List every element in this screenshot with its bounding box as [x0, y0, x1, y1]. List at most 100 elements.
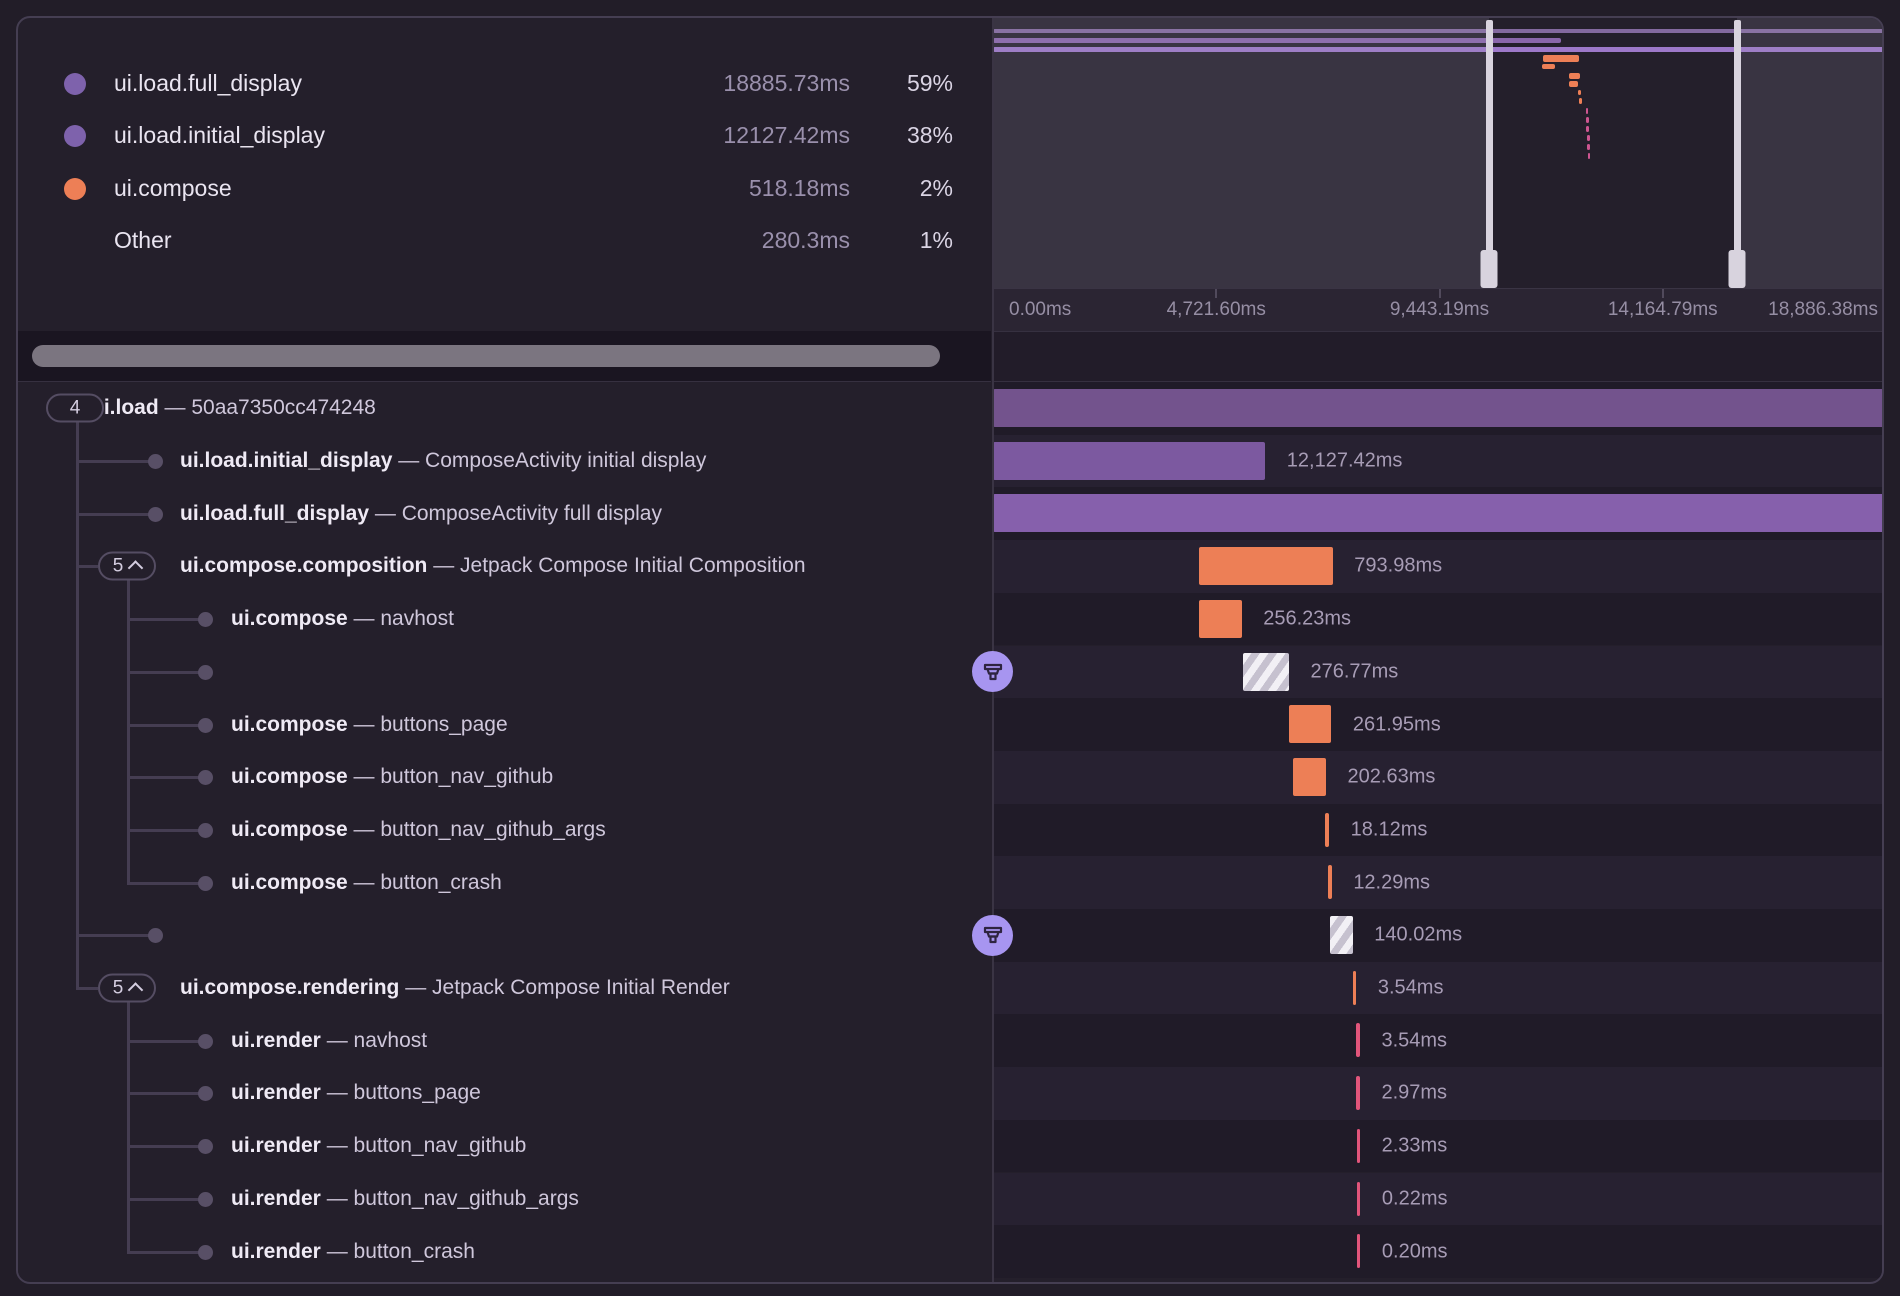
- span-tree-cell: ui.render — navhost: [18, 1014, 993, 1067]
- span-row[interactable]: ui.compose — button_nav_github 202.63ms: [18, 751, 1884, 804]
- span-duration-bar[interactable]: [993, 494, 1884, 532]
- span-description: ui.render — button_nav_github: [231, 1134, 526, 1158]
- span-row[interactable]: ui.render — button_crash 0.20ms: [18, 1225, 1884, 1278]
- tree-connector-line: [76, 565, 98, 568]
- span-children-count-badge[interactable]: 4: [46, 394, 104, 423]
- span-duration-bar[interactable]: [1357, 1234, 1361, 1268]
- span-duration-bar[interactable]: [993, 442, 1265, 480]
- span-duration-bar[interactable]: [1325, 813, 1329, 847]
- span-waterfall-cell: 793.98ms: [993, 540, 1884, 593]
- span-row[interactable]: 5ui.compose.composition — Jetpack Compos…: [18, 540, 1884, 593]
- span-duration-bar[interactable]: [993, 389, 1884, 427]
- span-description: ui.load.full_display — ComposeActivity f…: [180, 502, 662, 526]
- trace-minimap[interactable]: [993, 18, 1884, 288]
- axis-tick-label: 4,721.60ms: [1167, 299, 1266, 321]
- span-duration-bar[interactable]: [1293, 758, 1326, 796]
- span-waterfall-cell: 2.97ms: [993, 1067, 1884, 1120]
- span-duration-bar[interactable]: [1243, 653, 1289, 691]
- chevron-up-icon: [128, 561, 144, 577]
- span-waterfall-cell: [993, 382, 1884, 435]
- span-duration-bar[interactable]: [1289, 705, 1332, 743]
- span-duration-bar[interactable]: [1356, 1076, 1360, 1110]
- tree-horizontal-scrollbar[interactable]: [18, 331, 991, 382]
- minimap-handle-grip[interactable]: [1481, 250, 1498, 288]
- span-row[interactable]: ui.render — button_nav_github 2.33ms: [18, 1120, 1884, 1173]
- span-waterfall-cell: 18.12ms: [993, 804, 1884, 857]
- axis-tick-label: 0.00ms: [1009, 299, 1071, 321]
- span-duration-bar[interactable]: [1328, 865, 1332, 899]
- span-duration-label: 18.12ms: [1351, 818, 1428, 841]
- tree-connector-line: [127, 1251, 205, 1254]
- legend-color-dot: [64, 178, 86, 200]
- tree-node-dot: [198, 1245, 213, 1260]
- span-duration-bar[interactable]: [1357, 1182, 1361, 1216]
- axis-tick-label: 18,886.38ms: [1768, 299, 1878, 321]
- span-children-count-badge[interactable]: 5: [98, 552, 156, 581]
- span-tree-cell: 5ui.compose.composition — Jetpack Compos…: [18, 540, 993, 593]
- profile-indicator-icon[interactable]: [972, 915, 1013, 956]
- legend-item-duration: 280.3ms: [498, 227, 850, 254]
- span-row[interactable]: ui.render — button_nav_github_args 0.22m…: [18, 1173, 1884, 1226]
- span-duration-bar[interactable]: [1353, 971, 1357, 1005]
- legend-item: ui.load.full_display 18885.73ms 59%: [18, 58, 991, 110]
- span-tree-cell: [18, 646, 993, 699]
- tree-node-dot: [198, 876, 213, 891]
- minimap-handle-grip[interactable]: [1729, 250, 1746, 288]
- span-duration-label: 12.29ms: [1353, 871, 1430, 894]
- span-tree-cell: ui.compose — button_nav_github_args: [18, 804, 993, 857]
- span-description: ui.render — button_crash: [231, 1240, 475, 1264]
- tree-node-dot: [198, 665, 213, 680]
- tree-connector-line: [127, 829, 205, 832]
- span-tree-cell: ui.compose — navhost: [18, 593, 993, 646]
- span-description: ui.render — buttons_page: [231, 1081, 481, 1105]
- span-tree-cell: ui.compose — button_nav_github: [18, 751, 993, 804]
- span-waterfall-cell: 0.22ms: [993, 1173, 1884, 1226]
- tree-guide-rendering: [127, 1002, 130, 1252]
- waterfall-header-filler: [993, 332, 1884, 382]
- tree-node-dot: [198, 612, 213, 627]
- minimap-span-mark: [1587, 144, 1590, 150]
- span-row[interactable]: ui.load.initial_display — ComposeActivit…: [18, 435, 1884, 488]
- span-waterfall-cell: 3.54ms: [993, 1014, 1884, 1067]
- span-row[interactable]: ui.compose — navhost 256.23ms: [18, 593, 1884, 646]
- span-tree-cell: ui.load.full_display — ComposeActivity f…: [18, 487, 993, 540]
- span-tree-cell: ui.compose — buttons_page: [18, 698, 993, 751]
- legend-item: ui.load.initial_display 12127.42ms 38%: [18, 110, 991, 162]
- span-children-count-badge[interactable]: 5: [98, 974, 156, 1003]
- legend-item-percent: 2%: [868, 175, 953, 202]
- span-row[interactable]: 5ui.compose.rendering — Jetpack Compose …: [18, 962, 1884, 1015]
- span-duration-bar[interactable]: [1357, 1129, 1361, 1163]
- tree-connector-line: [127, 1145, 205, 1148]
- span-description: ui.render — button_nav_github_args: [231, 1187, 579, 1211]
- span-waterfall-cell: 12.29ms: [993, 856, 1884, 909]
- span-duration-bar[interactable]: [1199, 547, 1333, 585]
- span-row[interactable]: ui.render — navhost 3.54ms: [18, 1014, 1884, 1067]
- tree-connector-line: [76, 934, 155, 937]
- span-row[interactable]: ui.compose — buttons_page 261.95ms: [18, 698, 1884, 751]
- horizontal-scrollbar-thumb[interactable]: [32, 345, 940, 367]
- span-row[interactable]: ui.compose — button_crash 12.29ms: [18, 856, 1884, 909]
- span-row[interactable]: 276.77ms: [18, 646, 1884, 699]
- span-row[interactable]: 140.02ms: [18, 909, 1884, 962]
- minimap-viewport-handle-right[interactable]: [1734, 20, 1741, 288]
- span-duration-bar[interactable]: [1199, 600, 1242, 638]
- span-duration-bar[interactable]: [1330, 916, 1353, 954]
- span-duration-bar[interactable]: [1356, 1023, 1360, 1057]
- span-duration-label: 12,127.42ms: [1287, 450, 1403, 473]
- span-row[interactable]: 4ui.load — 50aa7350cc474248: [18, 382, 1884, 435]
- span-tree-cell: ui.render — button_crash: [18, 1225, 993, 1278]
- span-duration-label: 0.20ms: [1382, 1240, 1448, 1263]
- tree-node-dot: [198, 823, 213, 838]
- legend-item-percent: 38%: [868, 122, 953, 149]
- span-row[interactable]: ui.compose — button_nav_github_args 18.1…: [18, 804, 1884, 857]
- tree-connector-line: [127, 882, 205, 885]
- tree-connector-line: [76, 460, 155, 463]
- span-tree-cell: ui.load.initial_display — ComposeActivit…: [18, 435, 993, 488]
- span-row[interactable]: ui.render — buttons_page 2.97ms: [18, 1067, 1884, 1120]
- span-waterfall-cell: 140.02ms: [993, 909, 1884, 962]
- span-duration-label: 793.98ms: [1354, 555, 1442, 578]
- span-row[interactable]: ui.load.full_display — ComposeActivity f…: [18, 487, 1884, 540]
- minimap-viewport-handle-left[interactable]: [1486, 20, 1493, 288]
- span-description: ui.load — 50aa7350cc474248: [91, 396, 376, 420]
- tree-node-dot: [198, 770, 213, 785]
